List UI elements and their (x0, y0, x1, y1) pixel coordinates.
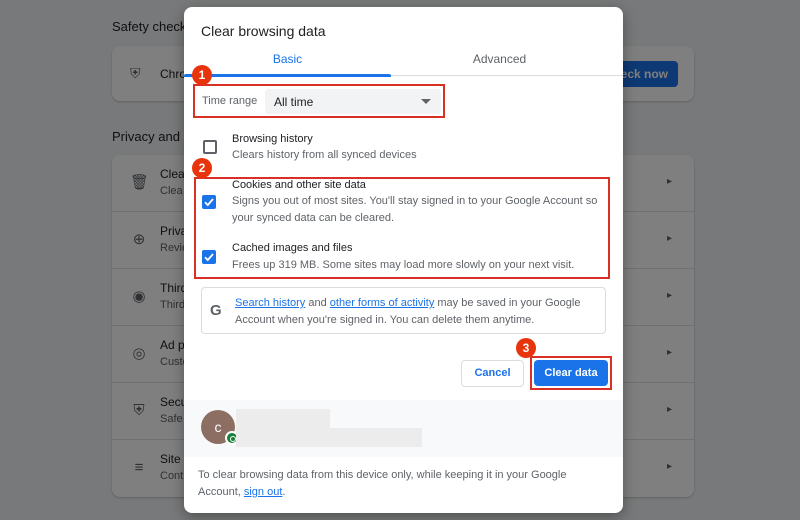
clear-data-button[interactable]: Clear data (534, 360, 608, 386)
other-activity-link[interactable]: other forms of activity (330, 297, 435, 309)
cookies-title: Cookies and other site data (232, 179, 366, 191)
annotation-marker-3: 3 (516, 338, 536, 358)
account-section: c (184, 400, 623, 457)
cancel-button[interactable]: Cancel (461, 360, 524, 387)
dialog-title: Clear browsing data (201, 23, 326, 39)
browsing-history-checkbox[interactable] (203, 140, 217, 154)
time-range-select[interactable]: All time (265, 89, 441, 114)
time-range-value: All time (274, 95, 314, 109)
time-range-annotation-box: Time range All time (193, 84, 445, 118)
tab-basic[interactable]: Basic (184, 51, 391, 77)
note-and-text: and (305, 297, 330, 309)
footer-end: . (282, 486, 286, 498)
cookies-desc: Signs you out of most sites. You'll stay… (232, 195, 598, 224)
dropdown-arrow-icon (421, 99, 431, 104)
annotation-marker-2: 2 (192, 158, 212, 178)
tab-bar: Basic Advanced (184, 51, 623, 77)
search-history-link[interactable]: Search history (235, 297, 305, 309)
clear-data-annotation-box: Clear data (530, 356, 612, 390)
tab-advanced[interactable]: Advanced (396, 51, 603, 76)
annotation-marker-1: 1 (192, 65, 212, 85)
cached-images-checkbox[interactable] (202, 250, 216, 264)
checkmark-icon (204, 198, 214, 207)
google-g-icon: G (210, 302, 222, 319)
cached-images-title: Cached images and files (232, 242, 353, 254)
cached-images-desc: Frees up 319 MB. Some sites may load mor… (232, 259, 575, 271)
redacted-name (236, 409, 330, 428)
sign-out-link[interactable]: sign out (244, 486, 283, 498)
browsing-history-desc: Clears history from all synced devices (232, 149, 417, 161)
footer-note: To clear browsing data from this device … (198, 467, 608, 501)
google-activity-note: G Search history and other forms of acti… (201, 287, 606, 334)
browsing-history-title: Browsing history (232, 133, 313, 145)
google-note-text: Search history and other forms of activi… (235, 295, 600, 329)
cookies-checkbox[interactable] (202, 195, 216, 209)
time-range-label: Time range (202, 95, 258, 107)
redacted-email (236, 428, 422, 447)
clear-browsing-data-dialog: Clear browsing data Basic Advanced Time … (184, 7, 623, 513)
checkmark-icon (204, 253, 214, 262)
